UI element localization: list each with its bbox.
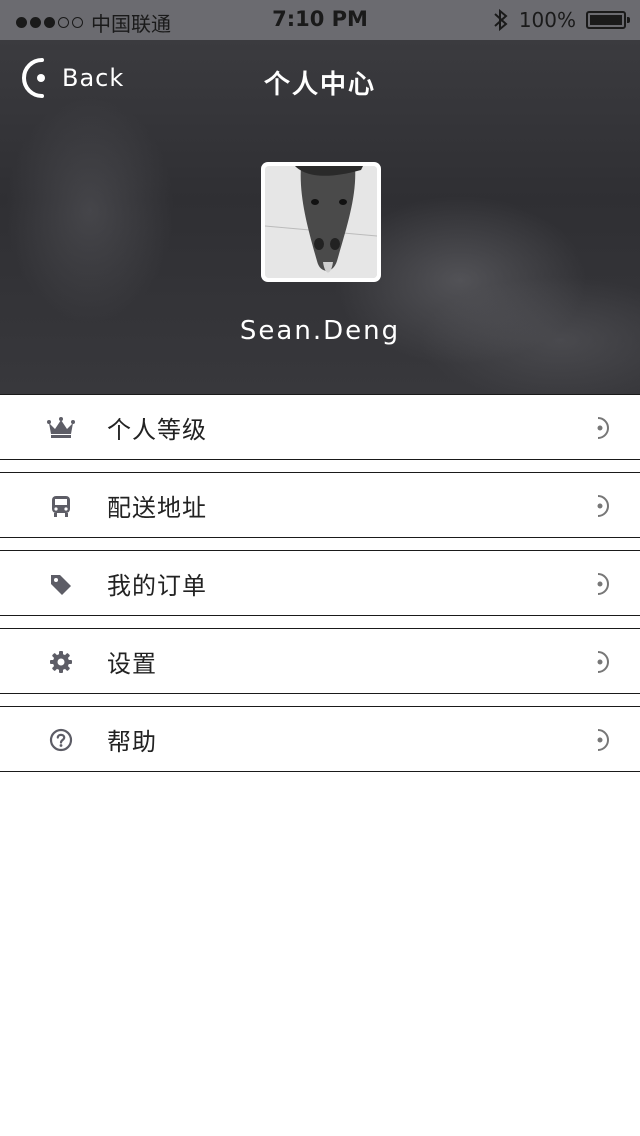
menu-item-level[interactable]: 个人等级	[0, 394, 640, 460]
menu-item-label: 设置	[107, 650, 157, 678]
menu-item-help[interactable]: 帮助	[0, 706, 640, 772]
battery-icon	[586, 11, 630, 29]
back-icon	[22, 58, 45, 98]
status-bar: 中国联通 7:10 PM 100%	[0, 0, 640, 40]
bus-icon	[46, 491, 76, 521]
signal-dots-icon	[16, 17, 83, 28]
help-circle-icon	[46, 725, 76, 755]
chevron-right-icon	[597, 651, 609, 673]
chevron-right-icon	[597, 573, 609, 595]
gear-icon	[46, 647, 76, 677]
screen: 中国联通 7:10 PM 100% Back 个人中心 Sean.Deng 个人…	[0, 0, 640, 1136]
menu-item-label: 我的订单	[107, 572, 207, 600]
avatar[interactable]	[261, 162, 381, 282]
chevron-right-icon	[597, 417, 609, 439]
status-right: 100%	[493, 8, 630, 32]
back-button[interactable]: Back	[20, 56, 124, 100]
menu-item-label: 个人等级	[107, 416, 207, 444]
menu-item-settings[interactable]: 设置	[0, 628, 640, 694]
bluetooth-icon	[494, 8, 508, 32]
battery-percent: 100%	[518, 8, 576, 32]
menu-item-label: 配送地址	[107, 494, 207, 522]
chevron-right-icon	[597, 729, 609, 751]
menu-item-orders[interactable]: 我的订单	[0, 550, 640, 616]
menu-item-address[interactable]: 配送地址	[0, 472, 640, 538]
status-left: 中国联通	[16, 8, 171, 37]
username: Sean.Deng	[239, 316, 401, 346]
carrier-label: 中国联通	[91, 12, 171, 36]
horse-avatar-image	[265, 166, 377, 278]
menu-item-label: 帮助	[107, 728, 157, 756]
profile-header: Back 个人中心 Sean.Deng	[0, 40, 640, 394]
back-label: Back	[62, 64, 125, 92]
tag-icon	[46, 569, 76, 599]
crown-icon	[46, 413, 76, 443]
chevron-right-icon	[597, 495, 609, 517]
